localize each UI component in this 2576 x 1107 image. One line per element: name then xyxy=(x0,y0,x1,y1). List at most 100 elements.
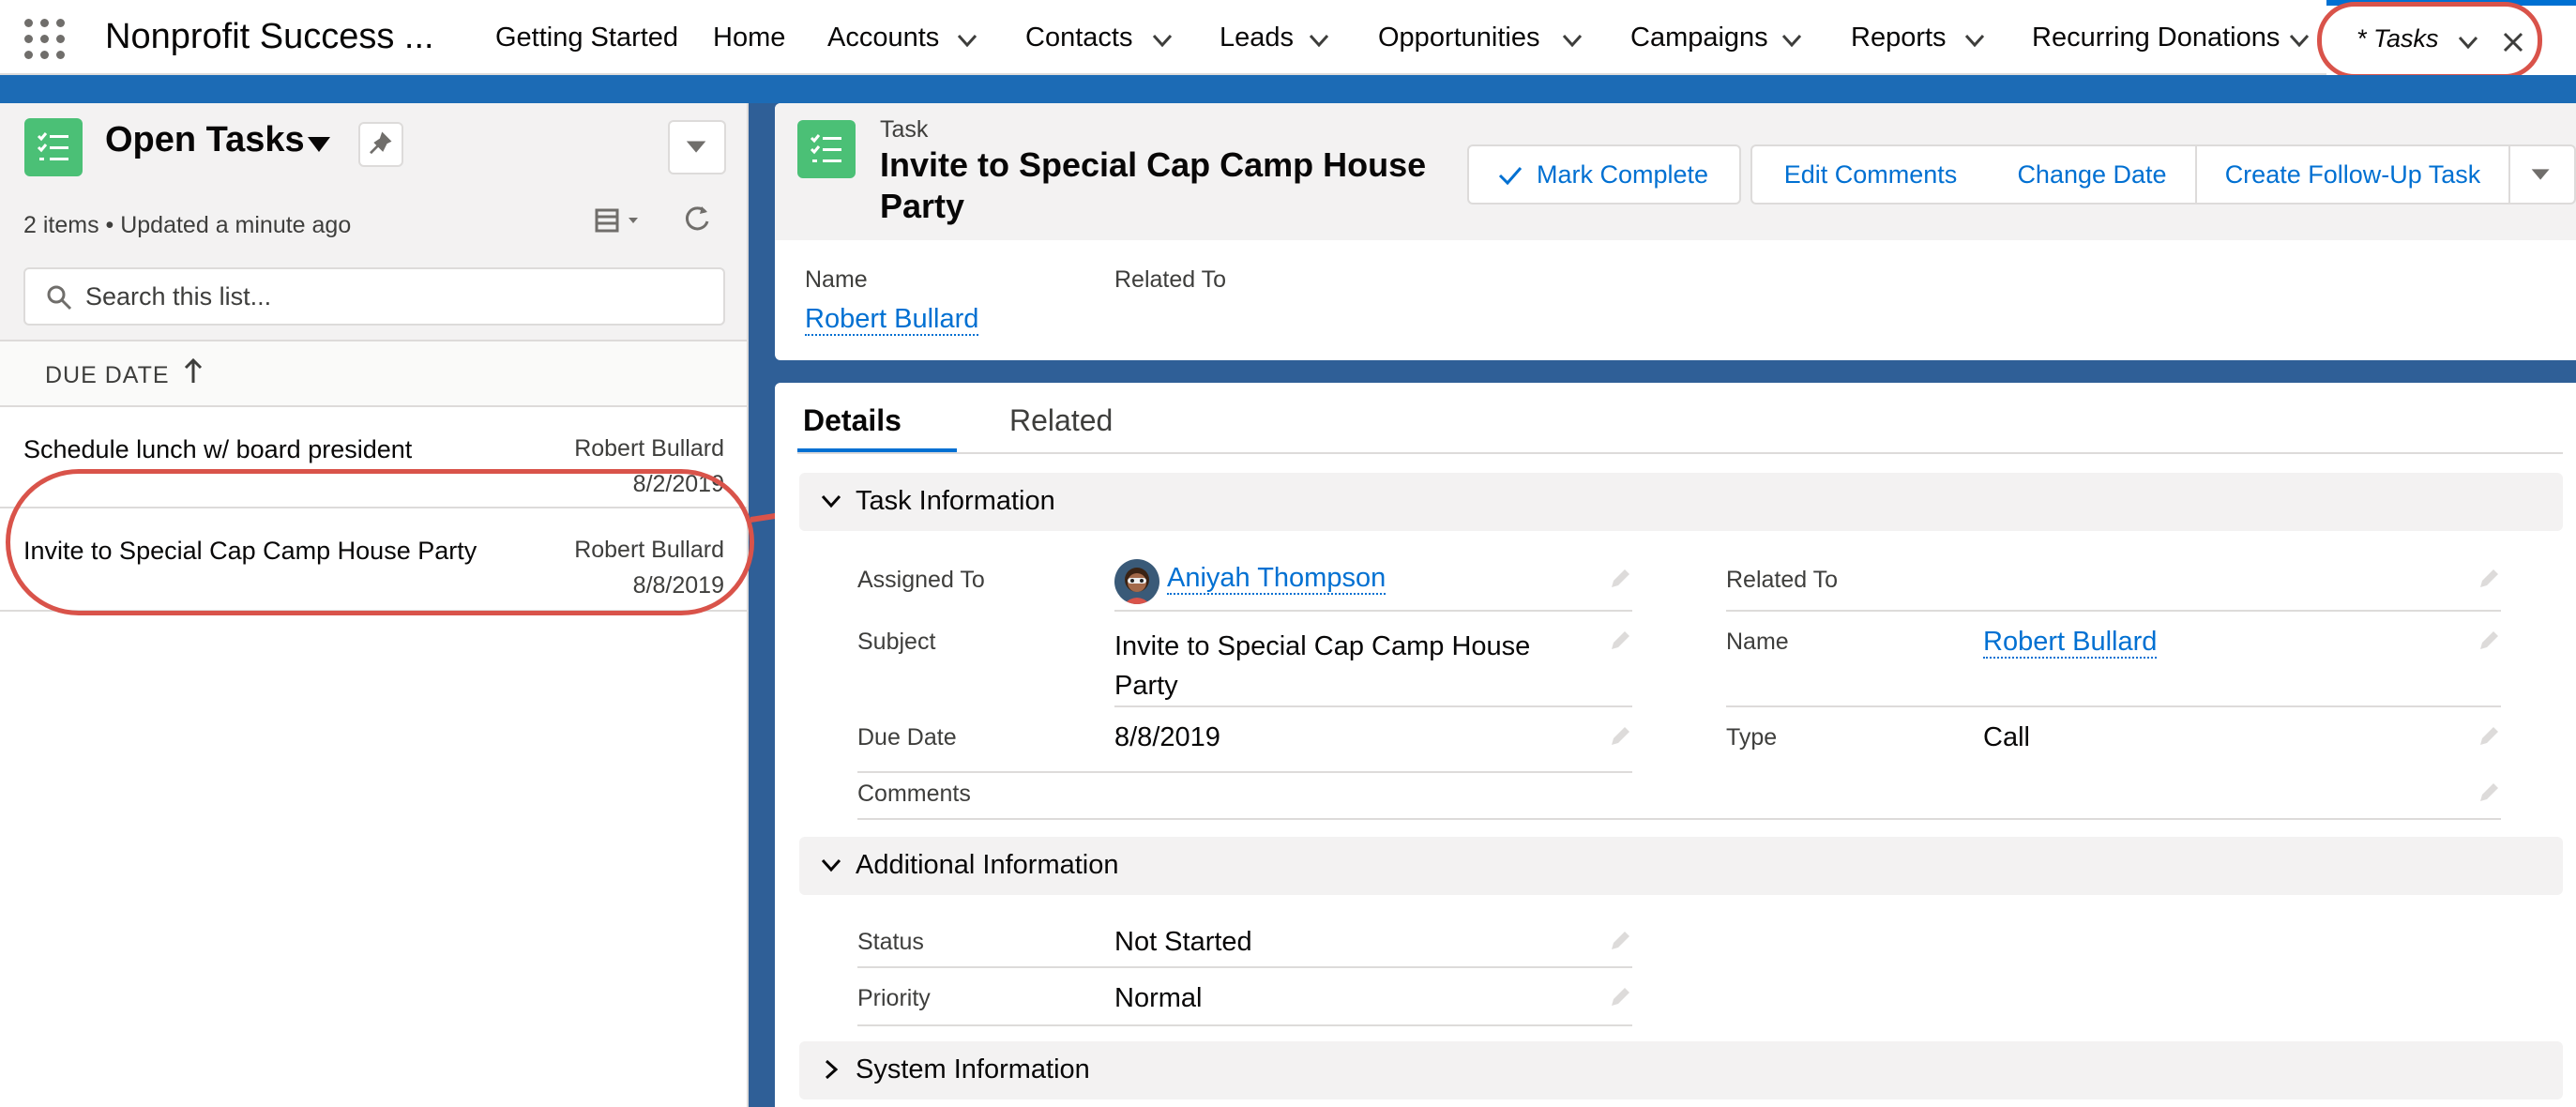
pencil-icon[interactable] xyxy=(2477,781,2501,805)
caret-down-icon xyxy=(686,141,706,153)
nav-item-contacts[interactable]: Contacts xyxy=(1025,23,1132,53)
annotation-circle-row xyxy=(6,469,754,615)
field-divider xyxy=(1726,705,2501,707)
tab-tasks-label: * Tasks xyxy=(2356,24,2439,53)
nav-item-accounts[interactable]: Accounts xyxy=(827,23,939,53)
name-value[interactable]: Robert Bullard xyxy=(1983,627,2158,659)
field-divider xyxy=(857,771,1632,773)
field-divider xyxy=(1726,610,2501,612)
subject-value: Invite to Special Cap Camp House Party xyxy=(1114,627,1530,705)
tab-tasks[interactable]: * Tasks xyxy=(2326,0,2576,75)
priority-label: Priority xyxy=(857,985,931,1011)
record-header: Task Invite to Special Cap Camp House Pa… xyxy=(775,103,2576,240)
nav-item-getting-started[interactable]: Getting Started xyxy=(495,23,678,53)
assigned-to-link[interactable]: Aniyah Thompson xyxy=(1167,563,1386,595)
sort-column-label: DUE DATE xyxy=(45,362,170,388)
record-object-label: Task xyxy=(880,116,929,143)
highlight-name-value[interactable]: Robert Bullard xyxy=(805,304,979,336)
section-system-information[interactable]: System Information xyxy=(799,1041,2563,1099)
section-additional-information[interactable]: Additional Information xyxy=(799,837,2563,895)
section-task-information[interactable]: Task Information xyxy=(799,473,2563,531)
due-date-value: 8/8/2019 xyxy=(1114,722,1220,752)
field-divider xyxy=(857,818,2501,820)
list-view-header: Open Tasks 2 items • Updated a minute ag… xyxy=(0,103,747,341)
name-link[interactable]: Robert Bullard xyxy=(1983,627,2158,659)
avatar xyxy=(1114,559,1159,604)
section-title: Additional Information xyxy=(856,850,1119,880)
tab-related[interactable]: Related xyxy=(1009,403,1113,438)
highlight-name-link[interactable]: Robert Bullard xyxy=(805,304,979,336)
pencil-icon[interactable] xyxy=(2477,629,2501,653)
chevron-down-icon[interactable] xyxy=(1148,26,1176,54)
nav-item-campaigns[interactable]: Campaigns xyxy=(1630,23,1768,53)
pencil-icon[interactable] xyxy=(1608,567,1632,591)
more-actions-button[interactable] xyxy=(2508,144,2576,205)
display-as-table-icon[interactable] xyxy=(595,203,644,236)
chevron-down-icon[interactable] xyxy=(1305,26,1333,54)
refresh-icon[interactable] xyxy=(681,201,713,235)
field-divider xyxy=(1114,705,1632,707)
sort-header[interactable]: DUE DATE xyxy=(0,341,747,407)
field-divider xyxy=(1114,610,1632,612)
record-title-line: Party xyxy=(880,187,965,225)
nav-item-opportunities[interactable]: Opportunities xyxy=(1378,23,1540,53)
record-title: Invite to Special Cap Camp House Party xyxy=(880,144,1426,227)
nav-item-leads[interactable]: Leads xyxy=(1220,23,1294,53)
subject-label: Subject xyxy=(857,629,936,655)
nav-item-home[interactable]: Home xyxy=(713,23,785,53)
nav-item-recurring-donations[interactable]: Recurring Donations xyxy=(2032,23,2280,53)
edit-comments-button[interactable]: Edit Comments xyxy=(1750,144,1991,205)
app-launcher-grid-icon[interactable] xyxy=(23,17,68,62)
header-banner xyxy=(0,75,2576,103)
list-item-related: Robert Bullard xyxy=(574,435,724,462)
list-status: 2 items • Updated a minute ago xyxy=(23,212,352,238)
record-highlights: Task Invite to Special Cap Camp House Pa… xyxy=(775,103,2576,360)
chevron-down-icon[interactable] xyxy=(953,26,981,54)
chevron-down-icon[interactable] xyxy=(1558,26,1586,54)
task-icon xyxy=(797,120,856,178)
pencil-icon[interactable] xyxy=(1608,985,1632,1009)
nav-item-reports[interactable]: Reports xyxy=(1851,23,1947,53)
subject-value-line: Invite to Special Cap Camp House xyxy=(1114,631,1531,661)
search-placeholder: Search this list... xyxy=(85,282,272,311)
pencil-icon[interactable] xyxy=(1608,724,1632,749)
search-icon xyxy=(46,284,72,311)
change-date-button[interactable]: Change Date xyxy=(1989,144,2197,205)
assigned-to-label: Assigned To xyxy=(857,567,985,593)
status-value: Not Started xyxy=(1114,927,1252,957)
list-view-controls-button[interactable] xyxy=(668,120,726,174)
list-view-switcher-caret-icon[interactable] xyxy=(306,133,332,156)
list-view-title[interactable]: Open Tasks xyxy=(105,120,305,160)
related-to-label: Related To xyxy=(1726,567,1839,593)
chevron-down-icon[interactable] xyxy=(1778,26,1806,54)
assigned-to-value[interactable]: Aniyah Thompson xyxy=(1167,563,1386,595)
chevron-right-icon xyxy=(818,1056,844,1083)
list-item-title: Schedule lunch w/ board president xyxy=(23,435,413,463)
pencil-icon[interactable] xyxy=(2477,724,2501,749)
highlight-related-label: Related To xyxy=(1114,266,1227,293)
priority-value: Normal xyxy=(1114,983,1203,1013)
name-label: Name xyxy=(1726,629,1789,655)
pencil-icon[interactable] xyxy=(2477,567,2501,591)
due-date-label: Due Date xyxy=(857,724,957,751)
chevron-down-icon[interactable] xyxy=(2454,28,2482,56)
mark-complete-button[interactable]: Mark Complete xyxy=(1467,144,1741,205)
section-title: System Information xyxy=(856,1054,1090,1084)
create-follow-up-task-button[interactable]: Create Follow-Up Task xyxy=(2195,144,2510,205)
check-icon xyxy=(1497,163,1523,188)
status-label: Status xyxy=(857,929,924,955)
pencil-icon[interactable] xyxy=(1608,929,1632,953)
type-value: Call xyxy=(1983,722,2030,752)
subject-value-line: Party xyxy=(1114,671,1178,701)
pencil-icon[interactable] xyxy=(1608,629,1632,653)
tab-details[interactable]: Details xyxy=(803,403,902,438)
field-divider xyxy=(857,966,1632,968)
chevron-down-icon xyxy=(818,488,844,514)
chevron-down-icon[interactable] xyxy=(1961,26,1989,54)
field-divider xyxy=(857,1024,1632,1026)
close-icon[interactable] xyxy=(2499,28,2527,56)
chevron-down-icon[interactable] xyxy=(2285,26,2313,54)
search-input[interactable]: Search this list... xyxy=(23,267,725,326)
section-title: Task Information xyxy=(856,486,1055,516)
pin-list-button[interactable] xyxy=(358,122,403,167)
